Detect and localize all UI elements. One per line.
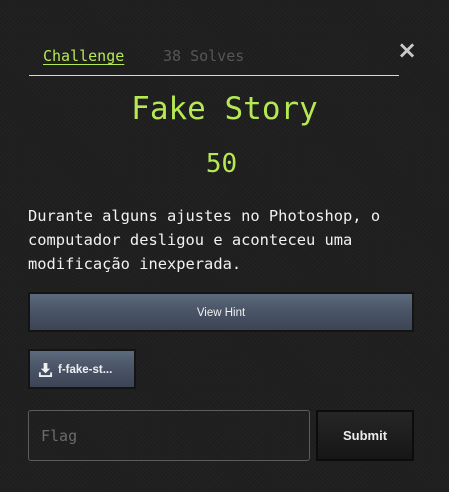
download-file-button[interactable]: f-fake-st... (28, 349, 136, 389)
modal-tabs: Challenge 38 Solves (29, 44, 399, 76)
file-name-label: f-fake-st... (58, 364, 113, 376)
close-icon[interactable]: × (396, 38, 418, 62)
view-hint-button[interactable]: View Hint (28, 292, 414, 332)
challenge-points: 50 (205, 149, 238, 179)
tab-solves[interactable]: 38 Solves (163, 47, 244, 65)
flag-input[interactable] (28, 410, 310, 461)
submit-button[interactable]: Submit (316, 410, 414, 461)
challenge-title: Fake Story (131, 91, 318, 127)
challenge-modal: × Challenge 38 Solves Fake Story 50 Dura… (0, 0, 449, 492)
challenge-description: Durante alguns ajustes no Photoshop, o c… (28, 207, 381, 273)
tab-challenge[interactable]: Challenge (43, 47, 124, 65)
download-icon (38, 362, 53, 377)
